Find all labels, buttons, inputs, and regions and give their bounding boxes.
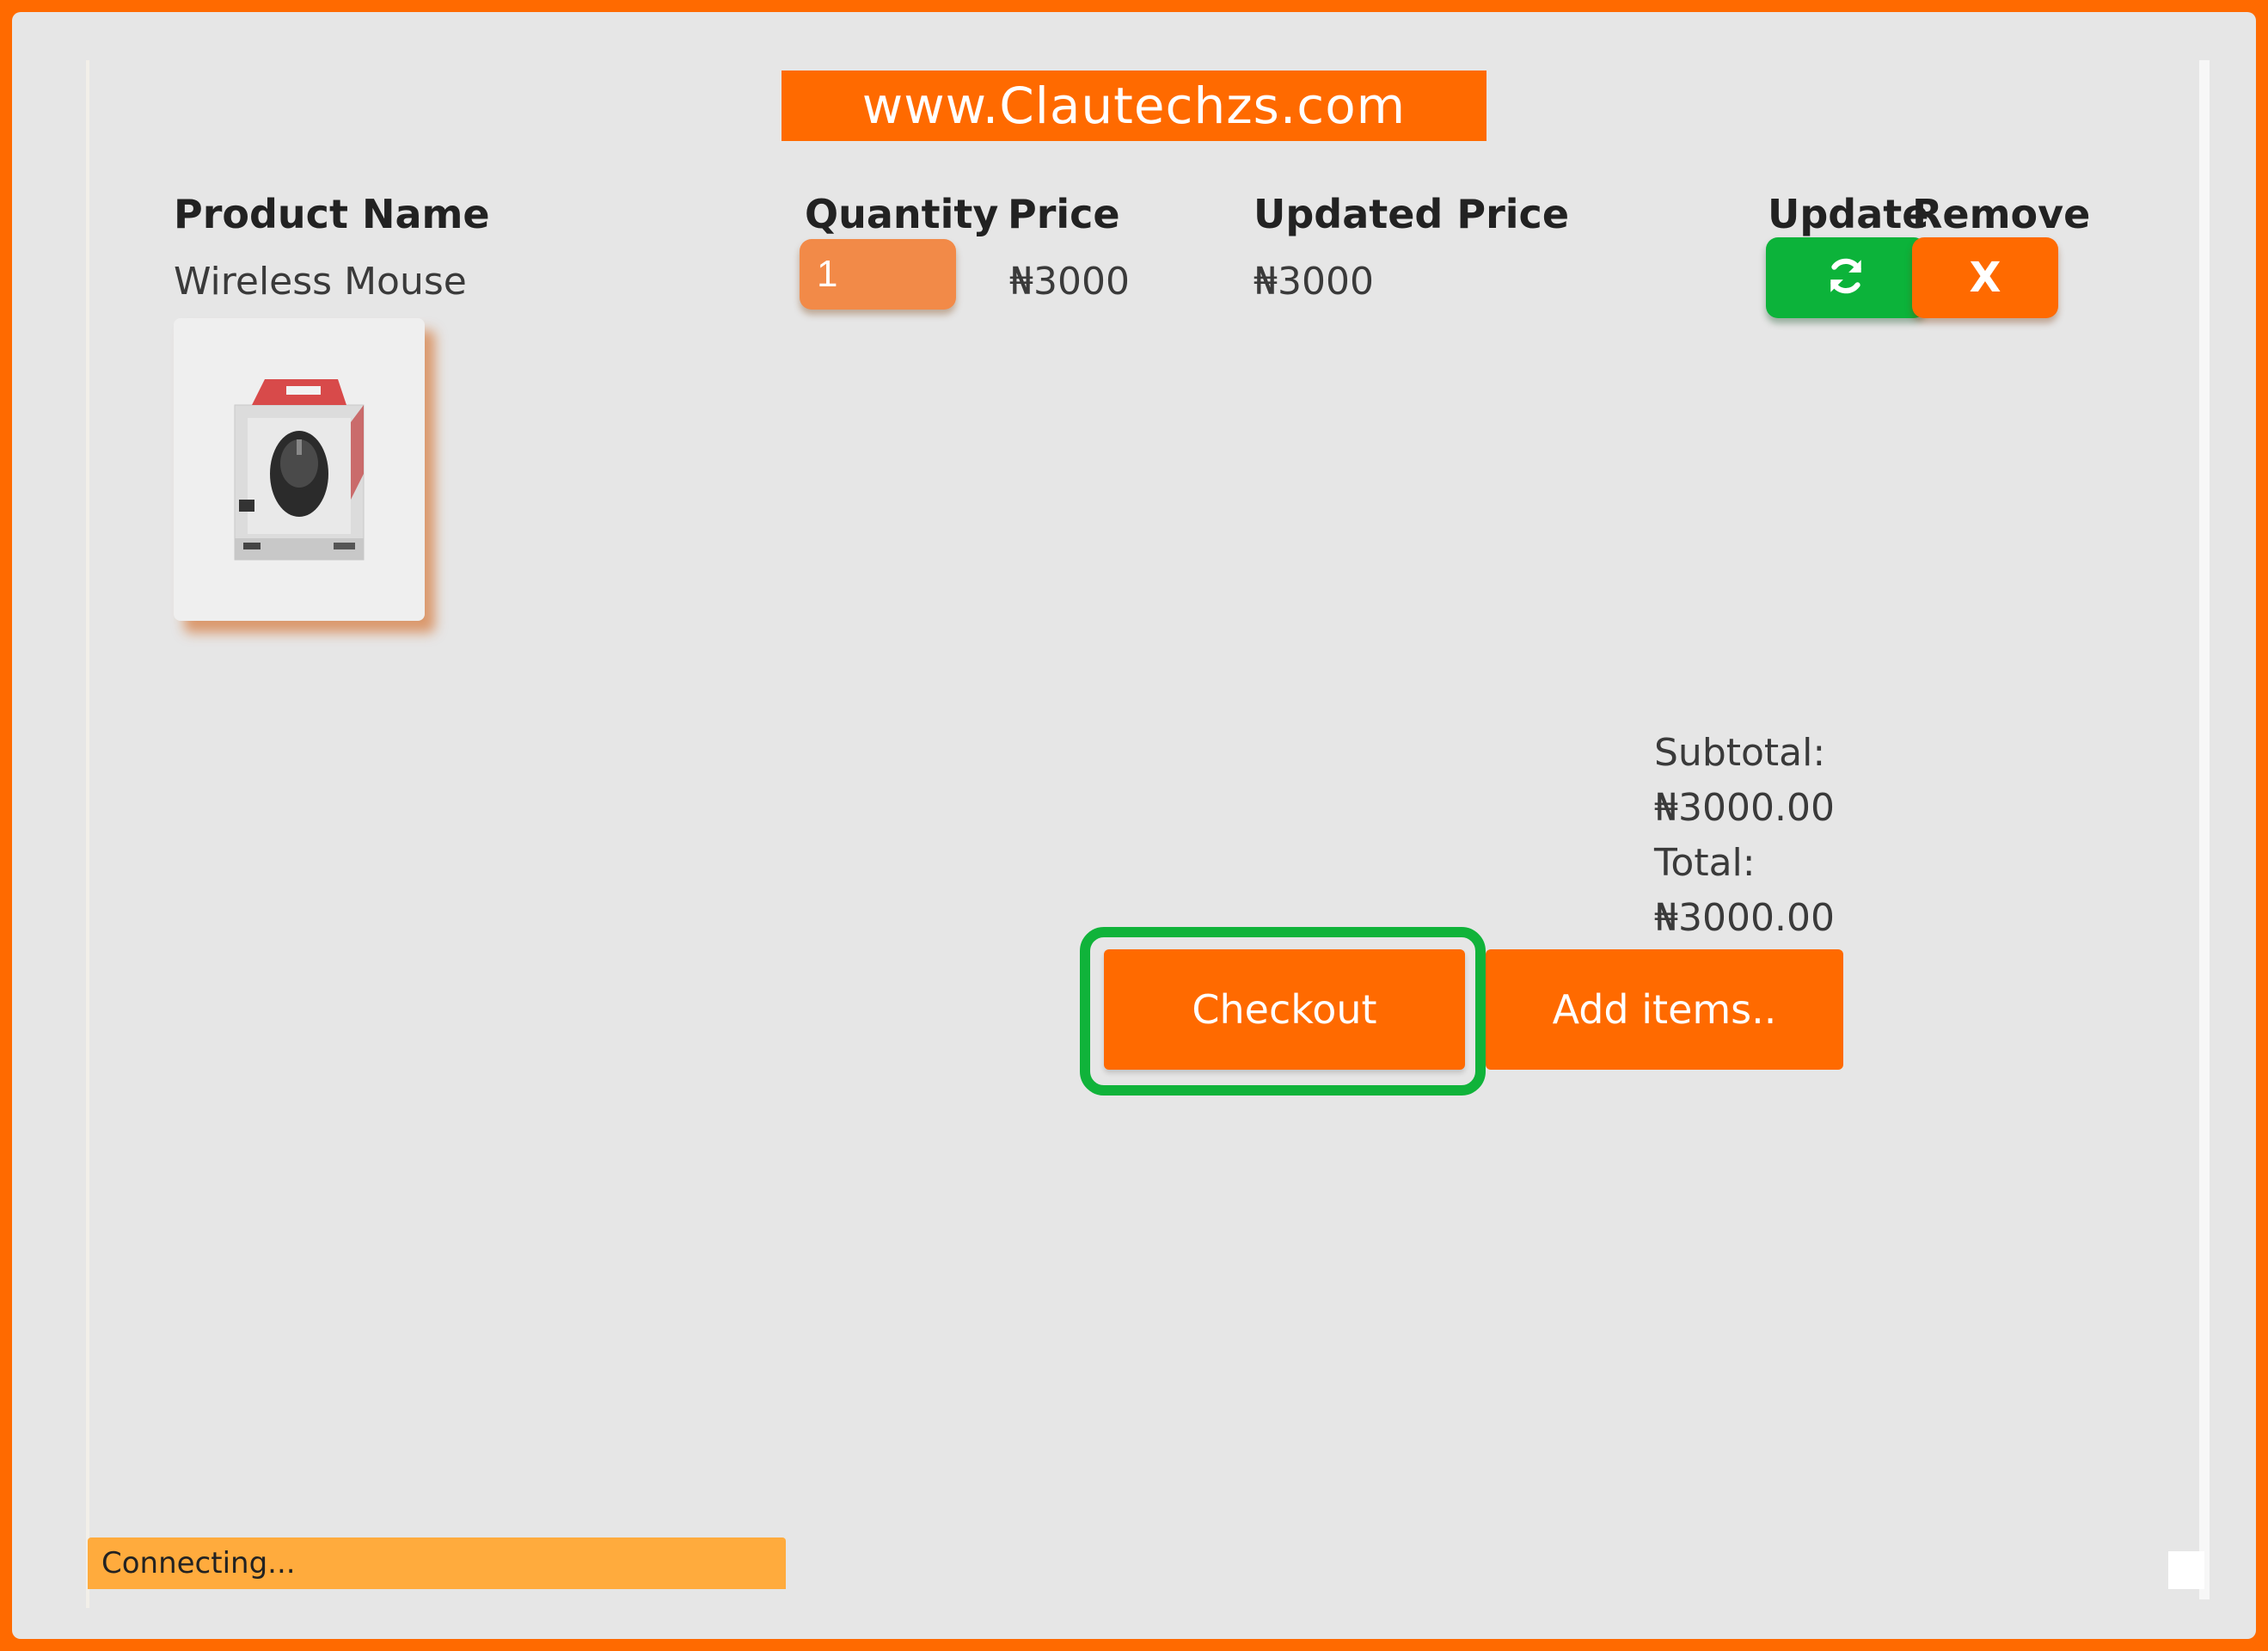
add-items-button[interactable]: Add items.. (1486, 949, 1843, 1070)
header-quantity: Quantity (805, 191, 999, 237)
total-value: ₦3000.00 (1654, 896, 1835, 940)
subtotal-value: ₦3000.00 (1654, 786, 1835, 830)
site-banner: www.Clautechzs.com (782, 71, 1486, 141)
refresh-icon (1824, 255, 1867, 301)
header-remove: Remove (1912, 191, 2091, 237)
order-summary: Subtotal: ₦3000.00 Total: ₦3000.00 (1654, 726, 1835, 946)
quantity-input[interactable] (800, 239, 956, 310)
header-update: Update (1768, 191, 1929, 237)
vertical-scrollbar[interactable] (2199, 60, 2210, 1599)
wireless-mouse-package-image (234, 379, 365, 561)
update-button[interactable] (1766, 237, 1926, 318)
page-frame: www.Clautechzs.com Product Name Quantity… (12, 12, 2256, 1639)
header-product-name: Product Name (174, 191, 490, 237)
header-updated-price: Updated Price (1254, 191, 1570, 237)
remove-button[interactable]: X (1912, 237, 2058, 318)
product-image (174, 318, 425, 621)
page-divider (86, 60, 89, 1608)
product-updated-price: ₦3000 (1254, 260, 1374, 304)
scrollbar-corner (2168, 1551, 2204, 1589)
total-label: Total: (1654, 841, 1756, 885)
product-price: ₦3000 (1009, 260, 1130, 304)
status-bar: Connecting... (88, 1537, 786, 1589)
product-name: Wireless Mouse (174, 260, 467, 304)
subtotal-label: Subtotal: (1654, 731, 1826, 775)
header-price: Price (1008, 191, 1120, 237)
checkout-button[interactable]: Checkout (1104, 949, 1465, 1070)
